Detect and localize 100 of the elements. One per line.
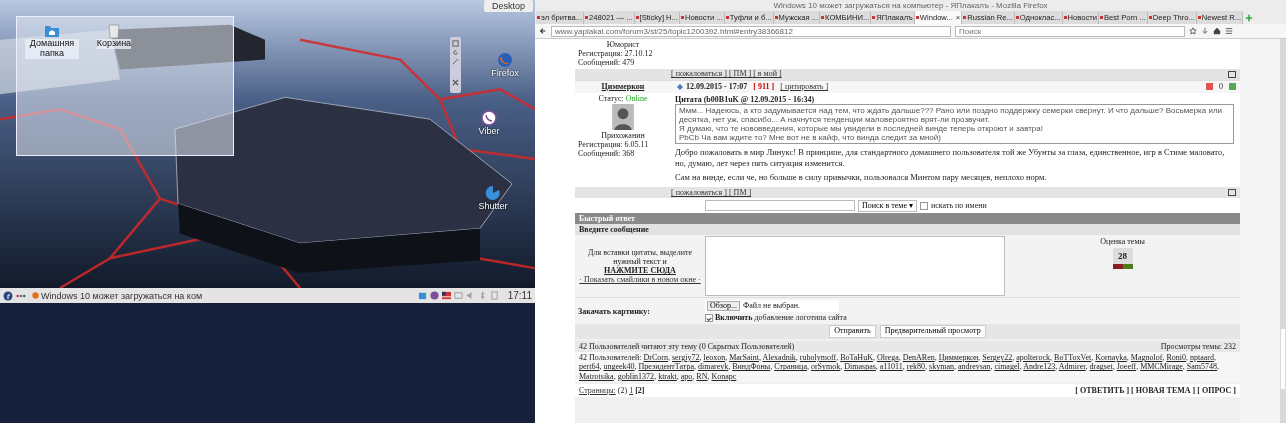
scroll-up-icon[interactable] <box>1228 70 1236 78</box>
page-count: (2) <box>617 385 628 395</box>
menu-icon[interactable] <box>1225 27 1233 35</box>
topic-action-link[interactable]: [ НОВАЯ ТЕМА ] <box>1131 385 1196 395</box>
back-arrow-icon[interactable] <box>539 27 547 35</box>
username-link[interactable]: ungeek40 <box>603 362 635 372</box>
username-link[interactable]: nptaard <box>1189 353 1214 363</box>
address-bar[interactable]: www.yaplakal.com/forum3/st/25/topic1200392.html#entry38366812 <box>551 25 951 37</box>
username-link[interactable]: DrCorn <box>643 353 668 363</box>
quote-title: Цитата (b00B1uK @ 12.09.2015 - 16:34) <box>675 94 816 104</box>
clipboard-icon[interactable] <box>489 291 499 300</box>
home-icon[interactable] <box>1213 27 1221 35</box>
checkbox[interactable] <box>705 314 713 323</box>
post-number-link[interactable]: [ 911 ] <box>753 82 775 92</box>
folder-icon[interactable] <box>417 291 427 300</box>
post-rating: 0 <box>1219 81 1223 92</box>
page-link[interactable]: [2] <box>635 385 645 395</box>
search-field[interactable]: Поиск <box>955 25 1185 37</box>
post-paragraph: Сам на винде, если че, но больше в силу привычки, пользовался Минтом пару месяцев, неплохо норм. <box>675 171 1048 183</box>
rate-up-button[interactable] <box>1122 264 1133 270</box>
resize-icon[interactable] <box>452 40 459 47</box>
diamond-icon <box>677 83 683 90</box>
quote-hint: Для вставки цитаты, выделите нужный текст и <box>587 247 693 267</box>
topic-search-field[interactable] <box>705 200 855 212</box>
scrollbar[interactable] <box>1280 39 1286 423</box>
quote-link[interactable]: [ цитировать ] <box>780 81 829 92</box>
post-date: 12.09.2015 - 17:07 <box>686 82 748 92</box>
post-actions-link[interactable]: [ пожаловаться ] [ ПМ ] <box>671 188 752 198</box>
desktop-icon-label[interactable]: Viber <box>478 126 500 136</box>
user-status: Статус: Online <box>597 93 649 103</box>
new-tab-icon[interactable] <box>1245 13 1254 22</box>
topic-action-link[interactable]: [ ОТВЕТИТЬ ] <box>1075 385 1130 395</box>
smilies-link[interactable]: · Показать смайлики в новом окне · <box>579 275 701 285</box>
window-title: Windows 10 может загружаться на компьютер - ЯПлакалъ - Mozilla Firefox <box>773 1 1048 10</box>
readers-summary: 42 Пользователей читают эту тему (0 Скрытых Пользователей) <box>579 342 795 352</box>
desktop-icon-label[interactable]: Корзина <box>96 39 132 49</box>
vote-up-button[interactable] <box>1229 83 1236 91</box>
taskbar-task[interactable]: Windows 10 может загружаться на ком <box>29 290 206 301</box>
username-link[interactable]: Matrotsika <box>579 371 614 381</box>
username-link[interactable]: ПрезидентТатра <box>638 362 694 372</box>
rating-label: Оценка темы <box>1100 237 1145 247</box>
checkbox-label: Включить добавление логотипа сайта <box>715 313 847 323</box>
desktop-icon-label[interactable]: Shutter <box>478 201 508 211</box>
file-status: Файл не выбран. <box>742 301 800 311</box>
clock[interactable]: 17:11 <box>507 290 532 301</box>
username-link[interactable]: MMCMirage <box>1140 362 1183 372</box>
registration-date: Регистрация: 6.05.11 <box>578 139 650 150</box>
username-link[interactable]: BoTaHuK <box>840 353 873 363</box>
topic-rating: 28 <box>1118 250 1127 264</box>
username-link[interactable]: skyman <box>929 362 954 372</box>
message-count: Сообщений: 479 <box>578 58 636 68</box>
username-link[interactable]: MarSaint <box>729 353 759 363</box>
start-menu-icon[interactable] <box>3 290 13 301</box>
username-link[interactable]: a11011 <box>879 362 903 372</box>
message-textarea[interactable] <box>705 236 1005 297</box>
username-link[interactable]: Страница <box>774 362 807 372</box>
close-icon[interactable] <box>452 79 459 86</box>
topic-search-button[interactable]: Поиск в теме ▾ <box>858 199 917 212</box>
username-link[interactable]: Roni0 <box>1166 353 1186 363</box>
star-icon[interactable] <box>1189 27 1197 35</box>
phone-bubble-icon[interactable] <box>481 110 497 126</box>
topic-views: Просмотры темы: 232 <box>1160 342 1236 352</box>
flag-icon[interactable] <box>441 291 451 300</box>
phone-bubble-icon[interactable] <box>429 291 439 300</box>
trash-icon[interactable] <box>106 23 122 39</box>
folder-icon[interactable] <box>44 23 60 39</box>
scroll-up-icon[interactable] <box>1228 189 1236 197</box>
post-paragraph: Добро пожаловать в мир Линукс! В принципе, для стандартного домашнего пользователя той же Убунты за глаза, единственное, игр в Стиме маловато, но, думаю, лет через пять ситуация изменится. <box>675 147 1226 169</box>
user-rank: Прихожанин <box>600 130 646 140</box>
desktop-icon-label[interactable]: Домашняя папка <box>25 39 79 59</box>
page-link[interactable]: 1 <box>629 385 634 395</box>
avatar-silhouette <box>612 103 634 130</box>
upload-label: Закачать картинку: <box>577 306 651 316</box>
form-button[interactable]: Предварительный просмотр <box>879 325 986 338</box>
username-link[interactable]: cimagel <box>994 362 1020 372</box>
download-arrow-icon[interactable] <box>1201 27 1209 35</box>
browser-app-icon <box>32 292 39 299</box>
browse-button[interactable]: Обзор... <box>707 300 740 312</box>
quote-text: Ммм... Надеюсь, а кто задумывается над тем, что ждать дальше??? Рано или поздно поддержку семерки свернут. И что дальше? Восьмерка или десятка, нет уж, спасибо... А начнутся тенденции маловероятно врят-ли прозвучит. <box>679 105 1224 124</box>
rotate-icon[interactable] <box>452 49 459 56</box>
username-link[interactable]: Konapc <box>711 371 737 381</box>
quote-text: PbCb Ча вам ждите то? Мне вот не в кайф, что винда следит за мной) <box>679 133 942 143</box>
topic-action-link[interactable]: [ ОПРОС ] <box>1197 385 1236 395</box>
section-header: Быстрый ответ <box>575 213 1240 225</box>
activities-icon[interactable] <box>16 293 26 298</box>
rate-down-button[interactable] <box>1112 264 1123 270</box>
globe-fox-icon[interactable] <box>497 52 513 68</box>
checkbox[interactable] <box>919 201 928 210</box>
insert-quote-link[interactable]: НАЖМИТЕ СЮДА <box>604 266 676 276</box>
username-link[interactable]: Admirer <box>1058 362 1086 372</box>
desktop-icon-label[interactable]: Firefox <box>491 68 519 78</box>
post-author[interactable]: Циммеркон <box>575 82 671 92</box>
vote-down-button[interactable] <box>1206 83 1213 91</box>
readers-list: 42 Пользователей: DrCorn, sergiy72, leoxon, MarSaint, Alexadnik, rubolymoff, BoTaHuK, Olrega, DenARen, Циммеркон, Sergey22, apolterock, BoTToxVet, Kornayka, Magnolof, Roni0, nptaard, pert64, ungeek40, ПрезидентТатра, dimareyk, ВиндФоны, Страница, orSymok, Dimaspas, a11011, rek80, skyman, andreysan, cimagel, Andre123, Admirer, dragset, Joeeff, MMCMirage, Sam5748, Matrotsika, goblin1372, ktrakt, apo, RN, Konapc <box>575 352 1240 382</box>
pages-label[interactable]: Страницы: <box>579 385 616 395</box>
post-actions-link[interactable]: [ пожаловаться ] [ ПМ ] [ в мой ] <box>671 69 782 79</box>
form-button[interactable]: Отправить <box>829 325 876 338</box>
desktop-toolbox-button[interactable]: Desktop <box>483 0 533 12</box>
message-count: Сообщений: 368 <box>578 149 636 159</box>
wrench-icon[interactable] <box>452 58 459 65</box>
